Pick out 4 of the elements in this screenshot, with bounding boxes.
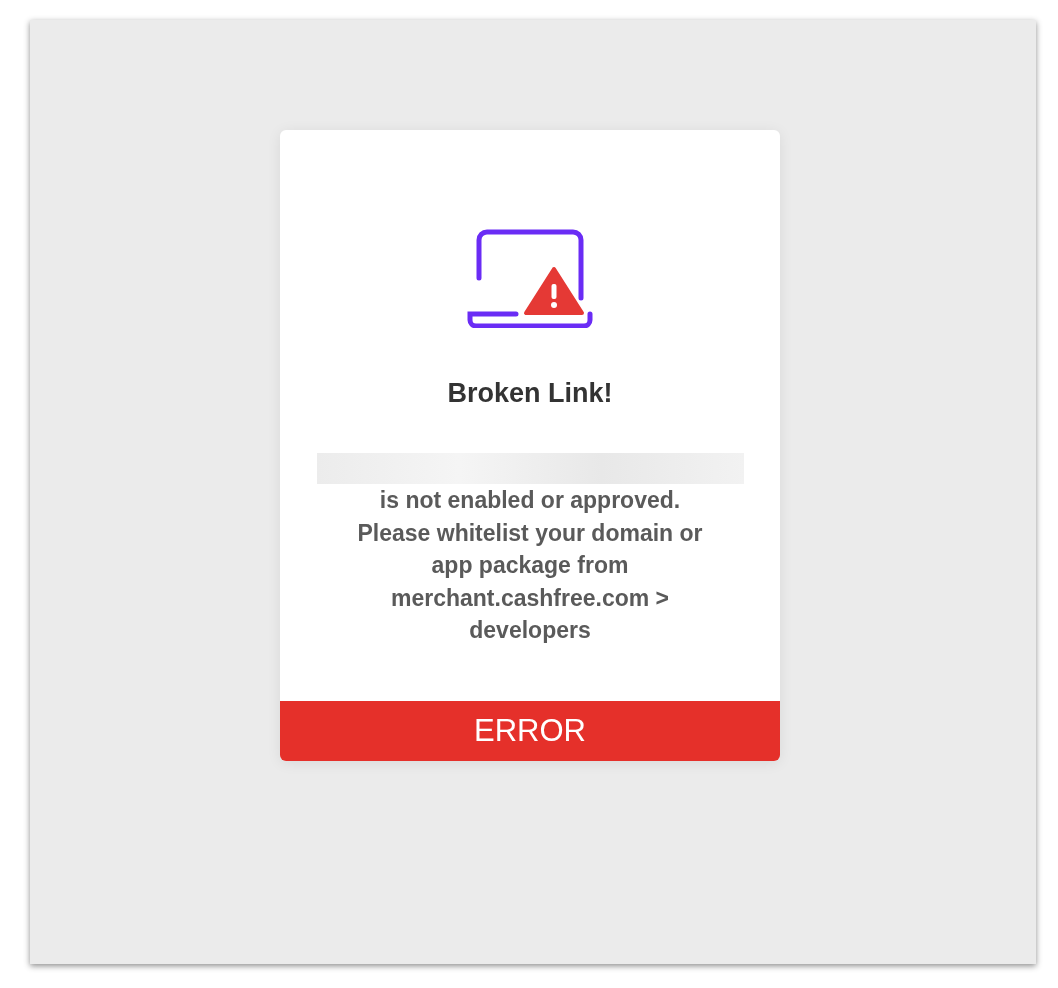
error-message: is not enabled or approved. Please whitelist your domain or app package from merchant.cashfree.com > developers	[356, 486, 704, 645]
laptop-warning-icon	[466, 228, 594, 328]
card-title: Broken Link!	[447, 378, 613, 409]
error-banner: ERROR	[280, 700, 780, 761]
